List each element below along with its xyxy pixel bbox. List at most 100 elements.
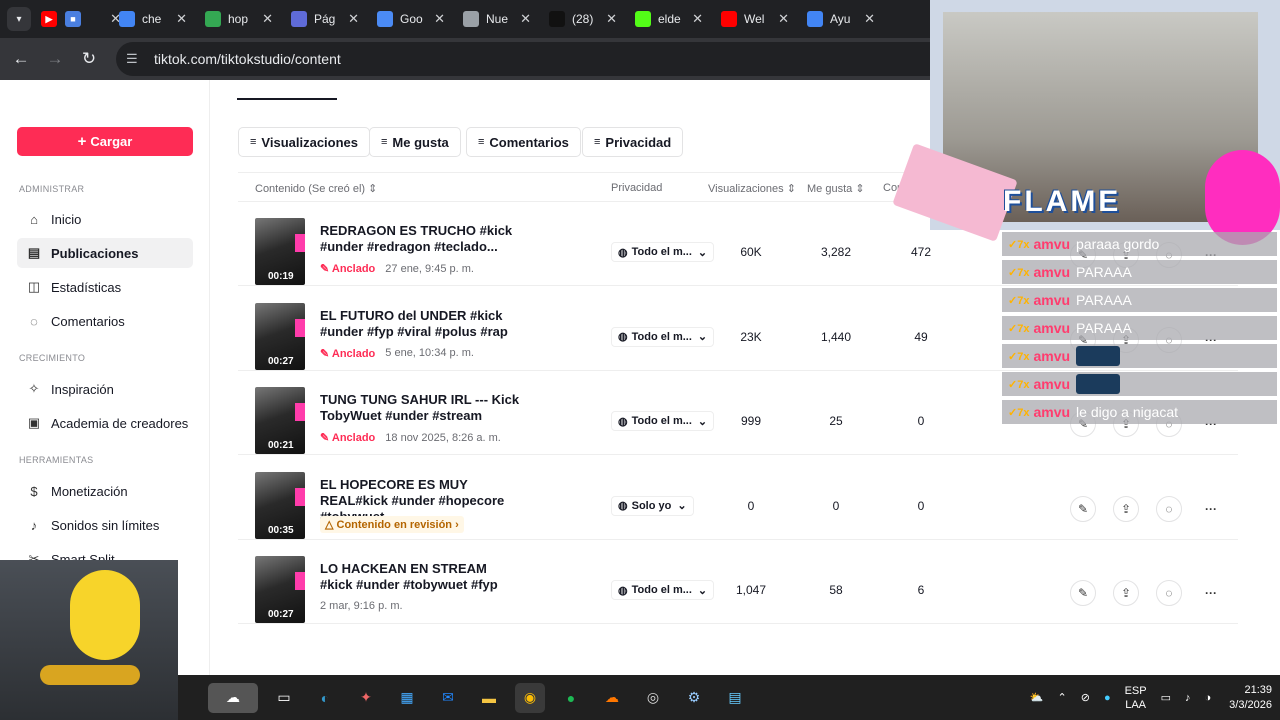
table-row[interactable]: 00:35 EL HOPECORE ES MUY REAL#kick #under… (238, 456, 1238, 540)
sidebar-item-comentarios[interactable]: ◌ Comentarios (17, 306, 193, 336)
col-content[interactable]: Contenido (Se creó el) ⇕ (255, 182, 377, 195)
volume-icon[interactable]: ♪ (1185, 692, 1191, 704)
comment-icon[interactable]: ◌ (1156, 580, 1182, 606)
more-icon[interactable]: ··· (1198, 496, 1224, 522)
video-thumbnail[interactable]: 00:35 (255, 471, 305, 539)
browser-tab[interactable]: Pág ✕ (283, 4, 369, 34)
browser-tab[interactable]: (28) ✕ (541, 4, 627, 34)
pinned-badge: ✎ Anclado (320, 432, 376, 444)
notepad-icon[interactable]: ▤ (720, 683, 750, 713)
privacy-dropdown[interactable]: ◍ Todo el m... ⌄ (611, 326, 715, 347)
back-icon[interactable]: ← (4, 42, 38, 76)
close-icon[interactable]: ✕ (262, 11, 273, 27)
url-field[interactable]: ☰ tiktok.com/tiktokstudio/content (116, 42, 1016, 76)
chevron-up-icon[interactable]: ⌃ (1058, 691, 1067, 704)
video-title[interactable]: EL FUTURO del UNDER #kick #under #fyp #v… (320, 308, 520, 340)
more-icon[interactable]: ··· (1198, 580, 1224, 606)
video-thumbnail[interactable]: 00:19 (255, 218, 305, 285)
close-icon[interactable]: ✕ (606, 11, 617, 27)
review-badge[interactable]: △ Contenido en revisión › (320, 515, 464, 533)
table-row[interactable]: 00:27 LO HACKEAN EN STREAM #kick #under #… (238, 540, 1238, 624)
sidebar-item-inspiraci-n[interactable]: ✧ Inspiración (17, 374, 193, 404)
weather-tray-icon[interactable]: ⛅ (1030, 691, 1044, 704)
close-icon[interactable]: ✕ (434, 11, 445, 27)
privacy-dropdown[interactable]: ◍ Todo el m... ⌄ (611, 580, 715, 600)
privacy-dropdown[interactable]: ◍ Todo el m... ⌄ (611, 411, 715, 431)
file-viewer-icon[interactable]: ▭ (269, 683, 299, 713)
reload-icon[interactable]: ↻ (72, 42, 106, 76)
sidebar-item-academia-de-creadores[interactable]: ▣ Academia de creadores (17, 408, 193, 438)
file-explorer-icon[interactable]: ▬ (474, 683, 504, 713)
col-likes[interactable]: Me gusta ⇕ (807, 182, 865, 195)
privacy-dropdown[interactable]: ◍ Solo yo ⌄ (611, 495, 694, 516)
clock[interactable]: 21:39 3/3/2026 (1229, 683, 1272, 713)
display-icon[interactable]: ▭ (1161, 691, 1171, 704)
close-icon[interactable]: ✕ (778, 11, 789, 27)
comment-icon[interactable]: ◌ (1156, 495, 1182, 522)
browser-tab[interactable]: ▶ (37, 4, 61, 34)
sidebar-item-label: Comentarios (51, 313, 125, 329)
section-admin: ADMINISTRAR (19, 184, 85, 194)
language-indicator[interactable]: ESP LAA (1125, 684, 1147, 712)
obs-icon[interactable]: ◎ (638, 683, 668, 713)
outlook-icon[interactable]: ✉ (433, 683, 463, 713)
site-info-icon[interactable]: ☰ (126, 51, 144, 67)
pink-figure-image (1205, 150, 1280, 245)
video-thumbnail[interactable]: 00:27 (255, 302, 305, 370)
filter-label: Privacidad (605, 134, 672, 150)
clock-date: 3/3/2026 (1229, 698, 1272, 711)
filter-privacy[interactable]: ≡ Privacidad (582, 127, 684, 157)
edit-icon[interactable]: ✎ (1070, 580, 1096, 606)
close-icon[interactable]: ✕ (520, 11, 531, 27)
close-icon[interactable]: ✕ (692, 11, 703, 27)
sidebar-item-estad-sticas[interactable]: ◫ Estadísticas (17, 272, 193, 302)
microphone-icon[interactable]: ● (1104, 692, 1111, 704)
store-icon[interactable]: ▦ (392, 683, 422, 713)
copilot-icon[interactable]: ✦ (351, 683, 381, 713)
video-duration: 00:35 (268, 524, 294, 536)
browser-tab[interactable]: Nue ✕ (455, 4, 541, 34)
privacy-value: Solo yo (631, 499, 672, 512)
browser-tab[interactable]: Wel ✕ (713, 4, 799, 34)
privacy-dropdown[interactable]: ◍ Todo el m... ⌄ (611, 242, 715, 262)
browser-tab[interactable]: elde ✕ (627, 4, 713, 34)
filter-comments[interactable]: ≡ Comentarios (466, 127, 581, 157)
forward-icon[interactable]: → (38, 42, 72, 76)
browser-tab[interactable]: che ✕ (111, 4, 197, 34)
steam-icon[interactable]: ⚙ (679, 683, 709, 713)
video-title[interactable]: LO HACKEAN EN STREAM #kick #under #tobyw… (320, 561, 520, 593)
close-icon[interactable]: ✕ (348, 11, 359, 27)
filter-views[interactable]: ≡ Visualizaciones (238, 127, 371, 157)
weather-widget-icon[interactable]: ☁ (208, 682, 258, 713)
col-views[interactable]: Visualizaciones ⇕ (708, 182, 796, 195)
likes-value: 58 (829, 583, 843, 597)
sidebar-item-publicaciones[interactable]: ▤ Publicaciones (17, 238, 193, 268)
edit-icon[interactable]: ✎ (1070, 495, 1096, 522)
video-date: 5 ene, 10:34 p. m. (385, 347, 474, 359)
filter-likes[interactable]: ≡ Me gusta (369, 127, 461, 157)
sidebar-item-sonidos-sin-l-mites[interactable]: ♪ Sonidos sin límites (17, 510, 193, 540)
tab-search-dropdown-icon[interactable]: ▾ (7, 7, 31, 31)
sidebar-item-inicio[interactable]: ⌂ Inicio (17, 204, 193, 234)
chrome-icon[interactable]: ◉ (515, 682, 545, 713)
video-title[interactable]: TUNG TUNG SAHUR IRL --- Kick TobyWuet #u… (320, 392, 520, 424)
analytics-icon: ◫ (27, 279, 41, 294)
share-icon[interactable]: ⇪ (1113, 580, 1139, 606)
video-thumbnail[interactable]: 00:27 (255, 556, 305, 623)
browser-tab[interactable]: Goo ✕ (369, 4, 455, 34)
upload-button[interactable]: + Cargar (17, 127, 193, 156)
close-icon[interactable]: ✕ (176, 11, 187, 27)
soundcloud-icon[interactable]: ☁ (597, 683, 627, 713)
share-icon[interactable]: ⇪ (1113, 495, 1139, 522)
battery-icon[interactable]: ◑ (1205, 692, 1212, 704)
browser-tab[interactable]: Ayu ✕ (799, 4, 885, 34)
browser-tab[interactable]: hop ✕ (197, 4, 283, 34)
spotify-icon[interactable]: ● (556, 683, 586, 713)
video-title[interactable]: REDRAGON ES TRUCHO #kick #under #redrago… (320, 223, 520, 255)
sidebar-item-monetizaci-n[interactable]: $ Monetización (17, 476, 193, 506)
edge-icon[interactable]: ◐ (310, 683, 340, 713)
browser-tab[interactable]: ■ ✕ (61, 4, 121, 34)
video-thumbnail[interactable]: 00:21 (255, 387, 305, 454)
network-off-icon[interactable]: ⊘ (1081, 691, 1090, 704)
close-icon[interactable]: ✕ (864, 11, 875, 27)
